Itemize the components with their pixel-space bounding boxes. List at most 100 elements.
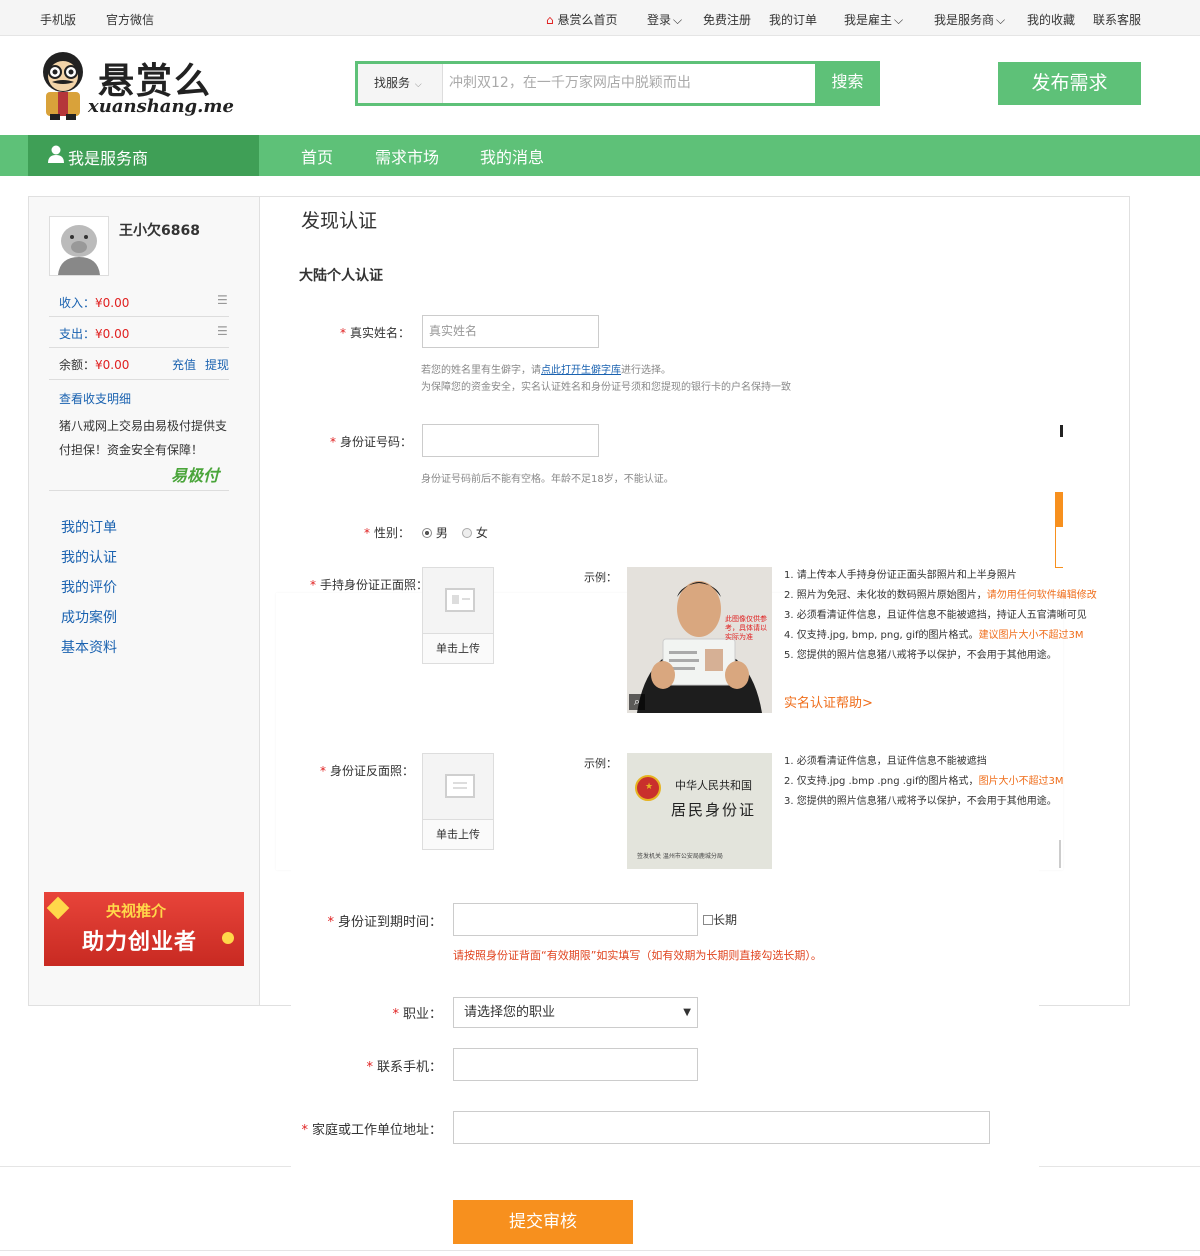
expiry-hint: 请按照身份证背面“有效期限”如实填写（如有效期为长期则直接勾选长期）。 xyxy=(453,949,822,962)
page-title: 发现认证 xyxy=(301,210,378,232)
divider xyxy=(49,316,229,317)
sidebar-item-orders[interactable]: 我的订单 xyxy=(61,517,117,537)
front-example-label: 示例： xyxy=(584,571,617,584)
employer-menu[interactable]: 我是雇主 ⌵ xyxy=(844,11,903,28)
gender-female-radio[interactable]: 女 xyxy=(462,524,488,541)
username: 王小欠6868 xyxy=(119,223,200,239)
long-term-checkbox[interactable]: 长期 xyxy=(703,911,737,928)
edge-widget xyxy=(1055,492,1063,568)
top-bar: 手机版 官方微信 ⌂ 悬赏么首页 登录 ⌵ 免费注册 我的订单 我是雇主 ⌵ 我是服… xyxy=(0,0,1200,36)
radio-checked-icon xyxy=(422,528,432,538)
phone-label: * 联系手机： xyxy=(366,1060,442,1075)
section-title: 大陆个人认证 xyxy=(299,268,383,284)
sidebar-item-reviews[interactable]: 我的评价 xyxy=(61,577,117,597)
income-row: 收入：¥0.00 xyxy=(59,296,130,310)
divider xyxy=(49,490,229,491)
address-input[interactable] xyxy=(453,1111,990,1144)
decor-diamond xyxy=(46,896,70,920)
favorites-link[interactable]: 我的收藏 xyxy=(1027,11,1075,28)
chevron-down-icon: ⌵ xyxy=(996,13,1006,27)
sidebar-item-profile[interactable]: 基本资料 xyxy=(61,637,117,657)
document-icon xyxy=(445,774,475,798)
guarantee-text: 猪八戒网上交易由易极付提供支 付担保！资金安全有保障！ xyxy=(59,419,228,457)
back-rules: 1. 必须看清证件信息，且证件信息不能被遮挡 2. 仅支持.jpg .bmp .… xyxy=(784,756,1064,807)
id-card-icon xyxy=(445,588,475,612)
name-hint: 若您的姓名里有生僻字，请点此打开生僻字库进行选择。 xyxy=(421,365,671,376)
search-button[interactable]: 搜索 xyxy=(815,61,880,106)
login-link[interactable]: 登录 ⌵ xyxy=(647,11,682,28)
list-icon[interactable]: ☰ xyxy=(217,293,228,307)
expiry-label: * 身份证到期时间： xyxy=(327,915,442,930)
publish-demand-button[interactable]: 发布需求 xyxy=(998,62,1141,105)
search-input[interactable]: 冲刺双12，在一千万家网店中脱颖而出 xyxy=(443,64,815,103)
nav-item-messages[interactable]: 我的消息 xyxy=(480,144,544,168)
withdraw-link[interactable]: 提现 xyxy=(205,356,229,373)
job-label: * 职业： xyxy=(392,1007,442,1022)
back-photo-label: * 身份证反面照： xyxy=(320,764,415,778)
checkbox-icon xyxy=(703,915,713,925)
id-number-input[interactable] xyxy=(422,424,599,457)
front-rules: 1. 请上传本人手持身份证正面头部照片和上半身照片 2. 照片为免冠、未化妆的数… xyxy=(784,570,1097,661)
job-select[interactable]: 请选择您的职业 ▼ xyxy=(453,997,698,1028)
gender-male-radio[interactable]: 男 xyxy=(422,524,448,541)
radio-unchecked-icon xyxy=(462,528,472,538)
customer-service-link[interactable]: 联系客服 xyxy=(1093,11,1141,28)
home-icon: ⌂ xyxy=(546,13,554,27)
divider xyxy=(0,1166,291,1167)
front-photo-label: * 手持身份证正面照： xyxy=(310,578,429,592)
balance-row: 余额：¥0.00 xyxy=(59,358,130,372)
view-details-link[interactable]: 查看收支明细 xyxy=(59,390,131,407)
front-upload-button[interactable]: 单击上传 xyxy=(423,633,493,663)
sidebar-item-certification[interactable]: 我的认证 xyxy=(61,547,117,567)
yijifu-logo: 易极付 xyxy=(171,466,220,485)
chevron-down-icon: ⌵ xyxy=(673,13,683,27)
name-label: * 真实姓名： xyxy=(340,326,411,340)
home-link[interactable]: ⌂ 悬赏么首页 xyxy=(546,11,617,28)
expense-row: 支出：¥0.00 xyxy=(59,327,130,341)
front-photo-upload[interactable]: 单击上传 xyxy=(422,567,494,664)
decor-dot xyxy=(222,932,234,944)
list-icon[interactable]: ☰ xyxy=(217,324,228,338)
user-icon xyxy=(48,145,64,167)
nav-item-home[interactable]: 首页 xyxy=(301,144,333,168)
id-number-label: * 身份证号码： xyxy=(330,435,413,449)
my-orders-link[interactable]: 我的订单 xyxy=(769,11,817,28)
help-link[interactable]: 实名认证帮助> xyxy=(784,692,873,711)
avatar[interactable] xyxy=(49,216,109,276)
promo-banner[interactable]: 央视推介 助力创业者 xyxy=(44,892,244,966)
chevron-down-icon: ⌵ xyxy=(412,80,422,90)
name-hint-2: 为保障您的资金安全，实名认证姓名和身份证号须和您提现的银行卡的户名保持一致 xyxy=(421,382,791,393)
expiry-date-input[interactable] xyxy=(453,903,698,936)
edge-mark xyxy=(1060,425,1063,437)
back-photo-upload[interactable]: 单击上传 xyxy=(422,753,494,850)
address-label: * 家庭或工作单位地址： xyxy=(301,1123,442,1138)
submit-button[interactable]: 提交审核 xyxy=(453,1200,633,1244)
id-number-hint: 身份证号码前后不能有空格。年龄不足18岁，不能认证。 xyxy=(421,474,674,485)
photo-annotation: 此图像仅供参考，具体请以实际为准 xyxy=(725,615,767,641)
back-upload-button[interactable]: 单击上传 xyxy=(423,819,493,849)
divider xyxy=(0,1250,1200,1251)
phone-input[interactable] xyxy=(453,1048,698,1081)
real-name-input[interactable]: 真实姓名 xyxy=(422,315,599,348)
back-example-label: 示例： xyxy=(584,757,617,770)
back-example-photo[interactable]: ★ 中华人民共和国 居民身份证 签发机关 温州市公安局鹿城分局 xyxy=(627,753,772,869)
emblem-icon: ★ xyxy=(635,775,661,801)
mobile-link[interactable]: 手机版 xyxy=(40,11,76,28)
nav-item-market[interactable]: 需求市场 xyxy=(375,144,439,168)
zoom-icon[interactable]: ⌕ xyxy=(629,694,645,710)
recharge-link[interactable]: 充值 xyxy=(172,356,196,373)
dropdown-arrow-icon: ▼ xyxy=(683,1007,691,1018)
provider-menu[interactable]: 我是服务商 ⌵ xyxy=(934,11,1005,28)
divider xyxy=(1039,1166,1200,1167)
front-example-photo[interactable]: 此图像仅供参考，具体请以实际为准 ⌕ xyxy=(627,567,772,713)
search-type-select[interactable]: 找服务 ⌵ xyxy=(358,64,443,103)
rare-char-link[interactable]: 点此打开生僻字库 xyxy=(541,365,621,376)
role-tab[interactable]: 我是服务商 xyxy=(28,135,259,176)
register-link[interactable]: 免费注册 xyxy=(703,11,751,28)
wechat-link[interactable]: 官方微信 xyxy=(106,11,154,28)
edge-mark xyxy=(1059,840,1061,868)
sidebar-item-cases[interactable]: 成功案例 xyxy=(61,607,117,627)
sidebar: 王小欠6868 收入：¥0.00 ☰ 支出：¥0.00 ☰ 余额：¥0.00 充… xyxy=(28,196,260,1006)
divider xyxy=(49,347,229,348)
logo-text-en: xuanshang.me xyxy=(88,96,234,117)
